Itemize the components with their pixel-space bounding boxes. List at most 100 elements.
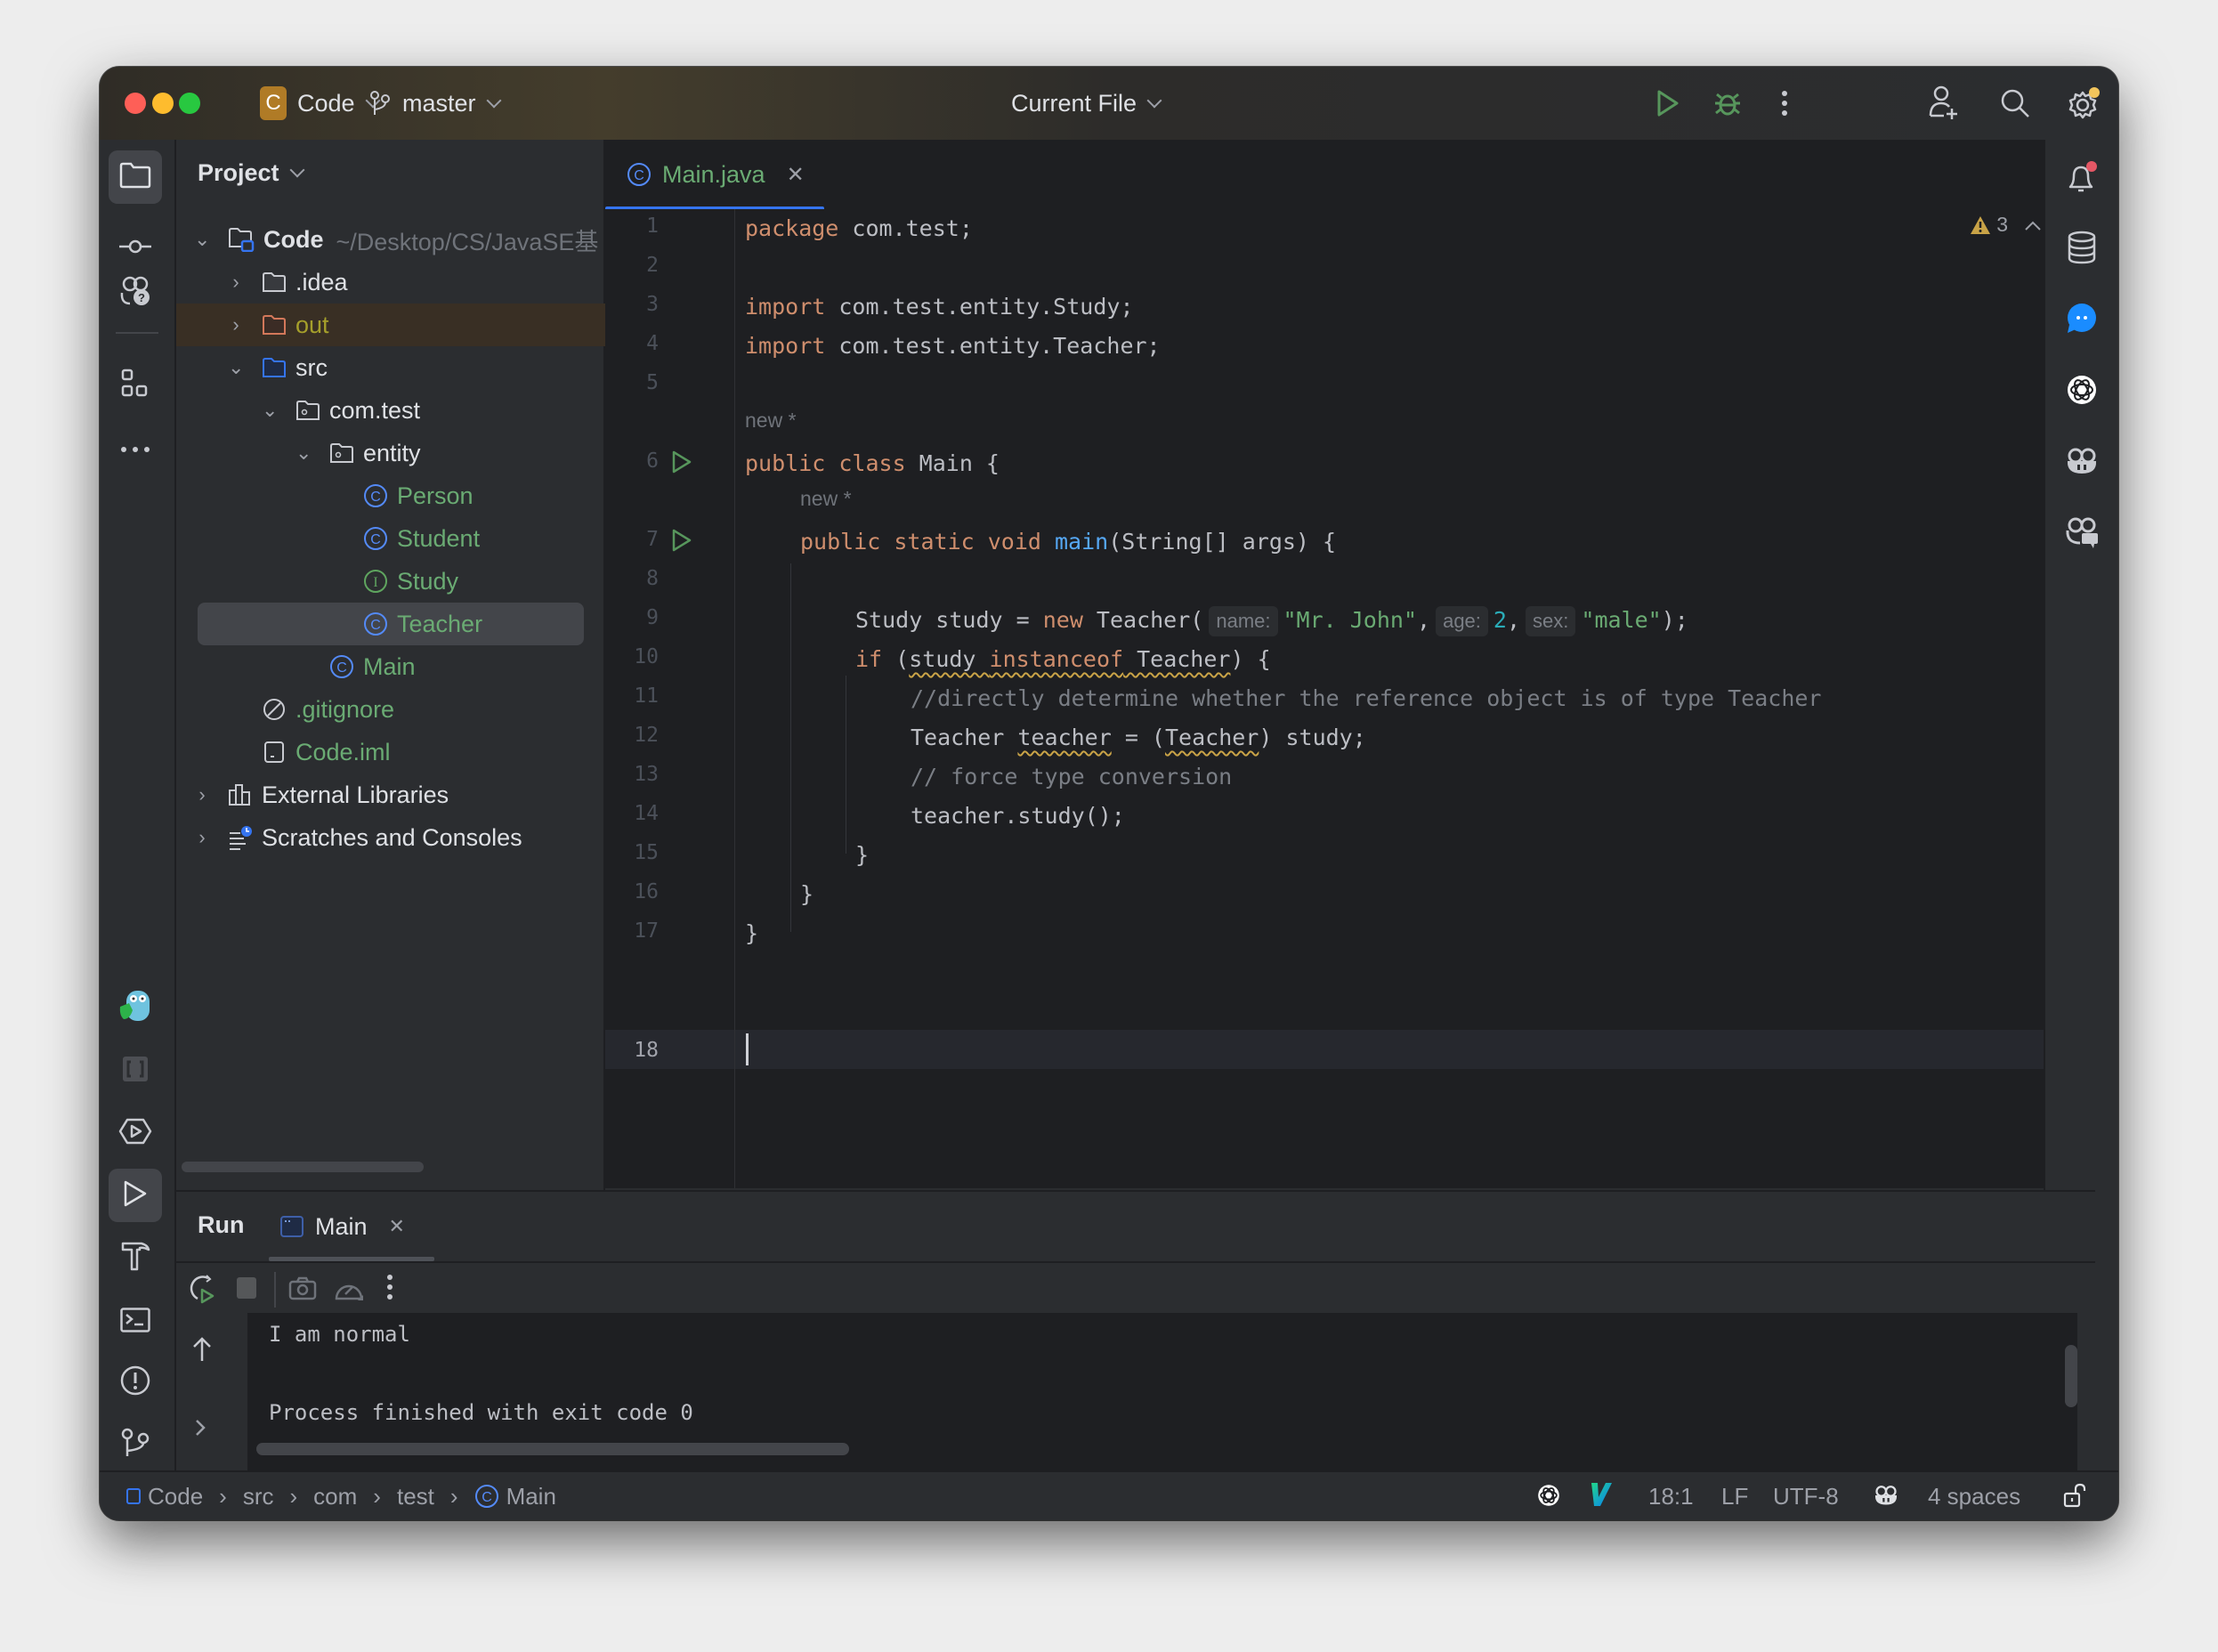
chevron-right-icon[interactable] <box>194 1418 206 1442</box>
run-toolbar <box>176 1263 2095 1313</box>
search-icon[interactable] <box>1995 83 2035 124</box>
ai-help-tool-button[interactable]: ? <box>109 266 162 320</box>
more-tools-button[interactable] <box>109 423 162 476</box>
chevron-down-icon[interactable]: ⌄ <box>295 441 312 465</box>
code-editor[interactable]: 1 2 3 4 5 6 7 8 9 10 11 12 13 14 15 16 1… <box>605 209 2095 1188</box>
tree-item-label: Main <box>363 652 416 680</box>
gopher-plugin-button[interactable] <box>109 980 162 1033</box>
copilot-tool-button[interactable] <box>2056 437 2108 489</box>
structure-tool-button[interactable] <box>109 359 162 412</box>
chevron-right-icon[interactable]: › <box>194 826 210 849</box>
rerun-icon[interactable] <box>189 1274 219 1308</box>
source-folder-icon <box>262 357 287 378</box>
project-horizontal-scrollbar[interactable] <box>182 1162 424 1172</box>
vim-plugin-icon[interactable] <box>1590 1481 1613 1515</box>
tree-item-idea[interactable]: › .idea <box>176 261 653 304</box>
indent-setting[interactable]: 4 spaces <box>1928 1481 2020 1511</box>
bell-icon <box>2065 160 2099 200</box>
chevron-right-icon: › <box>289 1483 298 1510</box>
debug-bug-icon[interactable] <box>1709 85 1746 122</box>
notifications-button[interactable] <box>2056 154 2108 206</box>
minimize-window-button[interactable] <box>152 93 174 114</box>
tree-item-src[interactable]: ⌄ src <box>176 346 653 389</box>
text-caret <box>746 1033 749 1065</box>
git-tool-button[interactable] <box>109 1418 162 1471</box>
breadcrumb-item[interactable]: src <box>243 1481 274 1511</box>
console-horizontal-scrollbar[interactable] <box>256 1443 849 1455</box>
openai-status-icon[interactable] <box>1536 1483 1561 1515</box>
chevron-down-icon[interactable]: ⌄ <box>262 399 278 422</box>
code-vision-new-label[interactable]: new * <box>745 409 797 433</box>
breadcrumb-item[interactable]: Code <box>148 1481 203 1511</box>
bracket-plugin-button[interactable] <box>109 1044 162 1097</box>
interface-icon: I <box>363 569 388 594</box>
tree-item-label: Study <box>397 567 459 595</box>
close-tab-icon[interactable]: ✕ <box>787 162 805 188</box>
code-vision-new-label[interactable]: new * <box>800 487 852 511</box>
run-tab-label: Main <box>315 1212 368 1240</box>
chevron-right-icon[interactable]: › <box>228 271 244 294</box>
ignore-file-icon <box>262 697 287 722</box>
more-actions-icon[interactable] <box>386 1274 393 1305</box>
chat-plugin-button[interactable] <box>2056 295 2108 346</box>
project-tool-button[interactable] <box>109 150 162 204</box>
run-tab-main[interactable]: Main ✕ <box>269 1192 438 1261</box>
copilot-chat-button[interactable] <box>2056 508 2108 560</box>
terminal-tool-button[interactable] <box>109 1295 162 1348</box>
database-tool-button[interactable] <box>2056 223 2108 275</box>
chevron-down-icon[interactable]: ⌄ <box>228 356 244 379</box>
tree-item-label: Scratches and Consoles <box>262 823 522 851</box>
line-number: 7 <box>646 528 659 551</box>
run-tool-button[interactable] <box>109 1169 162 1222</box>
build-tool-button[interactable] <box>109 1231 162 1284</box>
problems-tool-button[interactable] <box>109 1356 162 1409</box>
breadcrumb: Code › src › com › test › C Main <box>126 1481 556 1511</box>
tree-item-code-module[interactable]: ⌄ Code ~/Desktop/CS/JavaSE基 <box>176 218 619 261</box>
services-tool-button[interactable] <box>109 1106 162 1160</box>
settings-gear-icon[interactable] <box>2063 83 2104 124</box>
tree-item-out[interactable]: › out <box>176 304 653 346</box>
tree-item-label: Person <box>397 482 474 509</box>
close-window-button[interactable] <box>125 93 146 114</box>
previous-highlight-icon[interactable] <box>2024 213 2042 237</box>
tab-main-java[interactable]: C Main.java ✕ <box>605 140 824 211</box>
caret-position[interactable]: 18:1 <box>1648 1481 1694 1511</box>
chatgpt-plugin-button[interactable] <box>2056 366 2108 417</box>
warnings-indicator[interactable]: 3 <box>1970 213 2008 237</box>
project-switcher[interactable]: Code <box>297 85 381 122</box>
chevron-right-icon[interactable]: › <box>228 313 244 336</box>
line-number: 3 <box>646 293 659 316</box>
console-output[interactable]: I am normal Process finished with exit c… <box>247 1313 2077 1475</box>
copilot-status-icon[interactable] <box>1873 1483 1899 1515</box>
line-ending[interactable]: LF <box>1721 1481 1748 1511</box>
profiler-gauge-icon[interactable] <box>333 1275 365 1307</box>
camera-icon[interactable] <box>288 1275 317 1305</box>
project-panel-title[interactable]: Project <box>198 159 305 187</box>
more-actions-icon[interactable] <box>1771 85 1798 122</box>
run-button[interactable] <box>1650 85 1686 122</box>
file-encoding[interactable]: UTF-8 <box>1773 1481 1839 1511</box>
code-line-1: package com.test; <box>745 215 973 241</box>
project-badge[interactable]: C <box>260 86 287 120</box>
run-main-gutter-icon[interactable] <box>671 528 692 557</box>
branch-switcher[interactable]: master <box>402 85 502 122</box>
zoom-window-button[interactable] <box>179 93 200 114</box>
run-button[interactable] <box>1034 85 1070 122</box>
lock-open-icon[interactable] <box>2063 1483 2086 1515</box>
scroll-up-arrow-icon[interactable] <box>192 1336 212 1367</box>
breadcrumb-item[interactable]: com <box>313 1481 357 1511</box>
close-run-tab-icon[interactable]: ✕ <box>389 1215 405 1238</box>
breadcrumb-item[interactable]: Main <box>506 1481 556 1511</box>
tree-item-teacher[interactable]: C Teacher <box>198 603 584 645</box>
tree-item-external-libraries[interactable]: › External Libraries <box>176 773 619 816</box>
class-icon: C <box>329 654 354 679</box>
console-vertical-scrollbar[interactable] <box>2065 1345 2077 1407</box>
chevron-down-icon[interactable]: ⌄ <box>194 228 210 251</box>
add-user-icon[interactable] <box>1924 83 1963 124</box>
breadcrumb-item[interactable]: test <box>397 1481 434 1511</box>
stop-icon[interactable] <box>237 1277 256 1299</box>
commit-icon <box>117 238 153 260</box>
chevron-right-icon[interactable]: › <box>194 783 210 806</box>
run-class-gutter-icon[interactable] <box>671 449 692 479</box>
tree-item-scratches[interactable]: › Scratches and Consoles <box>176 816 619 859</box>
